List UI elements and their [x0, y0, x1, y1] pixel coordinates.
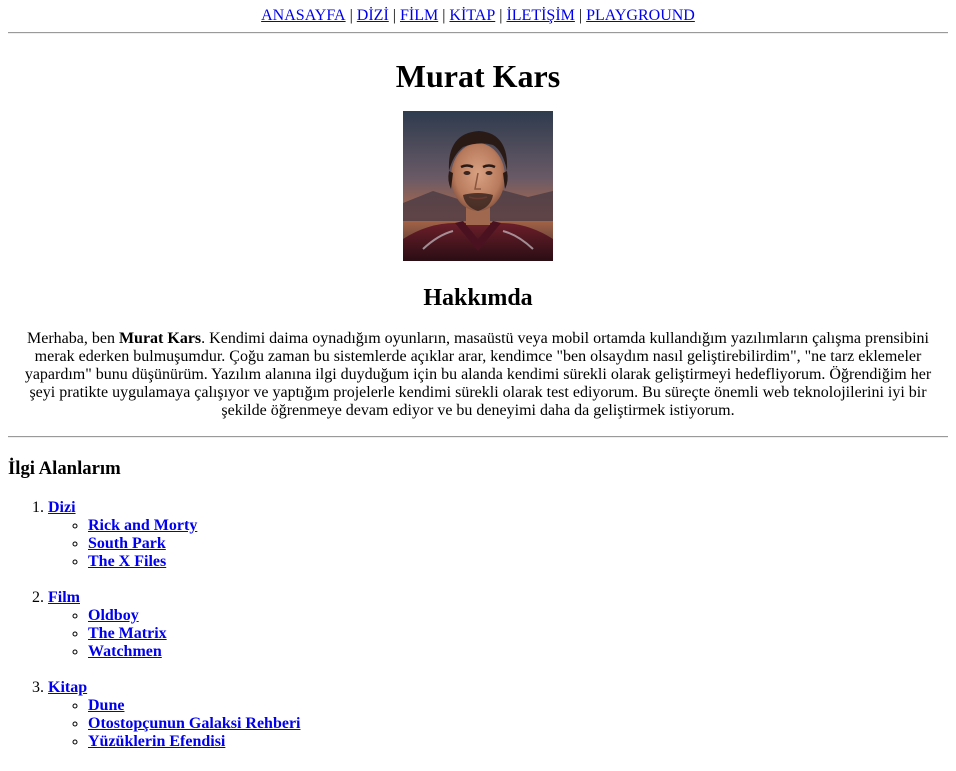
category-link-kitap[interactable]: Kitap	[48, 679, 87, 696]
item-link-rick-and-morty[interactable]: Rick and Morty	[88, 517, 197, 534]
item-link-watchmen[interactable]: Watchmen	[88, 643, 162, 660]
list-item: Watchmen	[88, 643, 948, 661]
nav-link-anasayfa[interactable]: ANASAYFA	[261, 7, 345, 24]
category-link-dizi[interactable]: Dizi	[48, 499, 76, 516]
item-link-the-x-files[interactable]: The X Files	[88, 553, 166, 570]
nav-link-film[interactable]: FİLM	[400, 7, 438, 24]
category-items: Dune Otostopçunun Galaksi Rehberi Yüzükl…	[48, 697, 948, 751]
item-link-dune[interactable]: Dune	[88, 697, 124, 714]
category-link-film[interactable]: Film	[48, 589, 80, 606]
category-items: Rick and Morty South Park The X Files	[48, 517, 948, 571]
profile-portrait-image	[403, 111, 553, 261]
nav-separator: |	[349, 7, 353, 24]
category-items: Oldboy The Matrix Watchmen	[48, 607, 948, 661]
nav-separator: |	[578, 7, 583, 24]
list-item: Dune	[88, 697, 948, 715]
interests-heading: İlgi Alanlarım	[8, 458, 121, 479]
nav-link-kitap[interactable]: KİTAP	[449, 7, 495, 24]
list-item: Rick and Morty	[88, 517, 948, 535]
about-heading: Hakkımda	[423, 285, 533, 311]
nav-link-dizi[interactable]: DİZİ	[357, 7, 389, 24]
about-intro: Merhaba, ben	[26, 330, 119, 347]
nav-separator: |	[442, 7, 446, 24]
about-name: Murat Kars	[118, 330, 202, 347]
top-divider	[8, 32, 948, 34]
nav-separator: |	[499, 7, 503, 24]
list-item: The X Files	[88, 553, 948, 571]
list-item: Oldboy	[88, 607, 948, 625]
portrait-container	[8, 111, 948, 261]
item-link-yuzuklerin-efendisi[interactable]: Yüzüklerin Efendisi	[88, 733, 225, 750]
list-item: Yüzüklerin Efendisi	[88, 733, 948, 751]
interest-category: Film Oldboy The Matrix Watchmen	[48, 589, 948, 661]
item-link-otostopcunun-galaksi-rehberi[interactable]: Otostopçunun Galaksi Rehberi	[88, 715, 300, 732]
about-paragraph: Merhaba, ben Murat Kars. Kendimi daima o…	[8, 330, 948, 420]
section-divider	[8, 436, 948, 438]
list-item: Otostopçunun Galaksi Rehberi	[88, 715, 948, 733]
item-link-south-park[interactable]: South Park	[88, 535, 166, 552]
top-navigation: ANASAYFA | DİZİ | FİLM | KİTAP | İLETİŞİM | PLAYGR…	[8, 0, 948, 25]
list-item: South Park	[88, 535, 948, 553]
page-title: Murat Kars	[395, 58, 561, 94]
nav-separator: |	[392, 7, 396, 24]
interest-category: Kitap Dune Otostopçunun Galaksi Rehberi …	[48, 679, 948, 751]
interests-list: Dizi Rick and Morty South Park The X Fil…	[8, 499, 948, 751]
interest-category: Dizi Rick and Morty South Park The X Fil…	[48, 499, 948, 571]
list-item: The Matrix	[88, 625, 948, 643]
nav-link-iletisim[interactable]: İLETİŞİM	[506, 7, 574, 24]
item-link-the-matrix[interactable]: The Matrix	[88, 625, 167, 642]
nav-link-playground[interactable]: PLAYGROUND	[586, 7, 695, 24]
item-link-oldboy[interactable]: Oldboy	[88, 607, 139, 624]
